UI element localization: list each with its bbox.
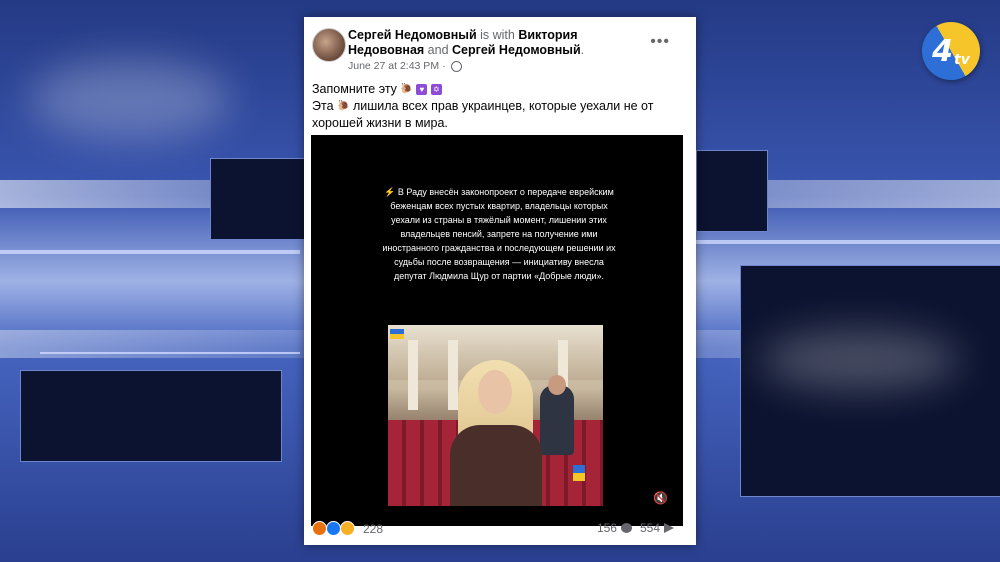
light-glow	[30, 60, 230, 140]
studio-panel	[210, 158, 306, 240]
ukraine-flag	[573, 465, 585, 481]
end-dot: .	[580, 43, 585, 57]
channel-logo-text: 4 tv	[922, 22, 980, 80]
channel-logo-number: 4	[932, 33, 954, 69]
with-text: is with	[476, 28, 519, 42]
comments-count: 156	[596, 521, 617, 535]
shares-stat[interactable]: 554	[640, 521, 674, 535]
post-text-line2-start: Эта	[312, 98, 334, 113]
tagged-user-2[interactable]: Сергей Недомовный	[452, 43, 581, 57]
wow-reaction-icon	[340, 521, 355, 536]
post-meta: June 27 at 2:43 PM ·	[348, 60, 462, 72]
comments-stat[interactable]: 156	[597, 521, 632, 535]
reactions-count: 228	[363, 521, 384, 536]
more-icon[interactable]: •••	[650, 33, 670, 51]
light-strip	[696, 240, 1000, 244]
share-icon	[664, 523, 674, 533]
video-player[interactable]: ⚡ В Раду внесён законопроект о передаче …	[311, 135, 683, 526]
reactions-summary[interactable]: 228	[312, 521, 383, 536]
post-text: Запомните эту 🐌 ♥ ✡ Эта 🐌 лишила всех пр…	[312, 81, 688, 131]
meta-separator: ·	[442, 60, 446, 72]
post-header: Сергей Недомовный is with Виктория Недов…	[348, 28, 648, 58]
light-strip	[40, 352, 300, 354]
facebook-post-card: Сергей Недомовный is with Виктория Недов…	[304, 17, 696, 545]
and-text: and	[424, 43, 452, 57]
heart-emoji-icon: ♥	[416, 84, 428, 96]
video-caption: ⚡ В Раду внесён законопроект о передаче …	[382, 187, 616, 281]
woman-face	[478, 370, 512, 414]
hall-pillar	[408, 340, 418, 410]
studio-panel	[20, 370, 282, 462]
post-stats: 156 554	[597, 521, 674, 535]
channel-logo-sub: tv	[954, 52, 970, 68]
man-head	[548, 375, 566, 395]
star-of-david-emoji-icon: ✡	[430, 84, 442, 96]
shares-count: 554	[639, 521, 660, 535]
author-name[interactable]: Сергей Недомовный	[348, 28, 477, 42]
snail-emoji-icon: 🐌	[337, 100, 350, 112]
angry-reaction-icon	[312, 521, 327, 536]
mute-icon[interactable]: 🔇	[653, 491, 673, 507]
snail-emoji-icon: 🐌	[400, 83, 413, 95]
light-strip	[0, 250, 300, 254]
like-reaction-icon	[326, 521, 341, 536]
comment-icon	[620, 523, 632, 533]
studio-panel	[696, 150, 768, 232]
video-photo	[388, 325, 603, 506]
woman-dress	[450, 425, 542, 506]
light-glow	[760, 330, 960, 390]
post-text-line1: Запомните эту	[312, 82, 397, 96]
hall-pillar	[448, 340, 458, 410]
post-date[interactable]: June 27 at 2:43 PM	[348, 60, 439, 72]
ukraine-flag	[390, 329, 404, 339]
avatar[interactable]	[312, 28, 346, 62]
post-text-line2-rest: лишила всех прав украинцев, которые уеха…	[312, 98, 654, 130]
man-figure	[540, 385, 574, 455]
globe-icon	[450, 60, 462, 72]
